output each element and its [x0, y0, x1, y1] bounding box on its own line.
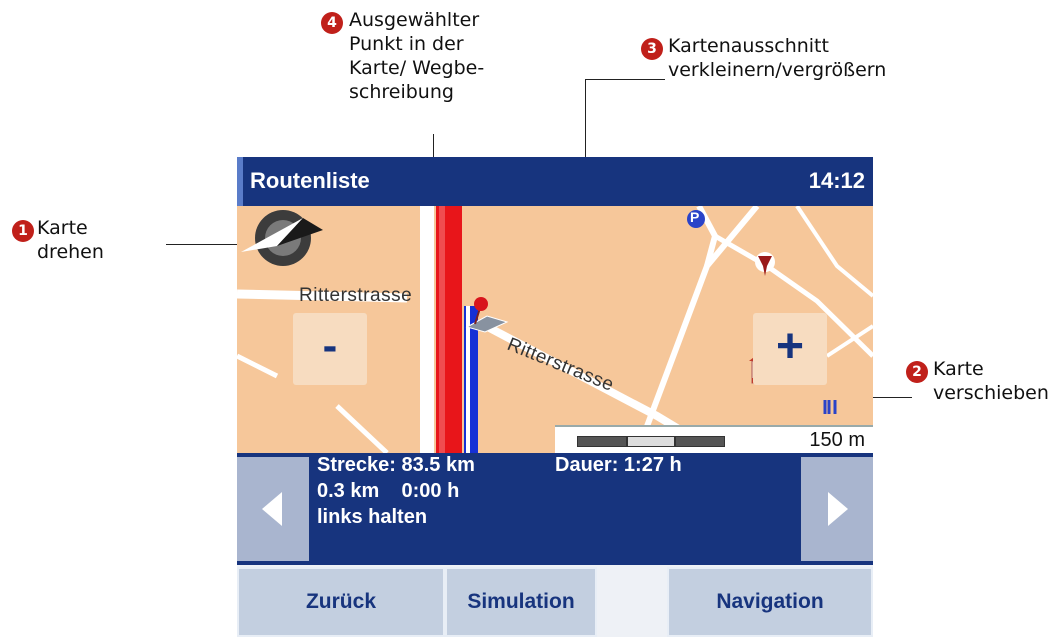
route-info-panel: Strecke: 83.5 km Dauer: 1:27 h 0.3 km 0:… [237, 453, 873, 565]
step-distance-time: 0.3 km 0:00 h [317, 480, 460, 502]
compass-rotate-icon[interactable] [237, 206, 329, 270]
arrow-right-icon [828, 492, 848, 526]
callout-number-1: 1 [12, 220, 34, 242]
route-duration: Dauer: 1:27 h [555, 454, 682, 476]
callout-number-4: 4 [321, 12, 343, 34]
title-bar: Routenliste 14:12 [237, 157, 873, 206]
callout-text-4: Ausgewählter Punkt in der Karte/ Wegbe- … [349, 9, 485, 103]
leader-line-3a [585, 79, 665, 80]
callout-number-3: 3 [641, 38, 663, 60]
previous-step-button[interactable] [237, 457, 309, 561]
title-accent [237, 157, 243, 206]
callout-text-1: Karte drehen [37, 217, 104, 263]
zoom-in-button[interactable]: + [753, 313, 827, 385]
arrow-left-icon [262, 492, 282, 526]
leader-line-1 [166, 244, 246, 245]
navigation-screen: Routenliste 14:12 P Ritterstrasse Ritter… [237, 157, 873, 637]
street-label-ritterstrasse: Ritterstrasse [299, 285, 413, 306]
scale-label: 150 m [809, 429, 865, 451]
step-instruction: links halten [317, 506, 428, 528]
scale-segment-1 [577, 436, 627, 447]
parking-icon: P [690, 209, 700, 225]
back-button[interactable]: Zurück [237, 567, 445, 637]
zoom-out-button[interactable]: - [293, 313, 367, 385]
callout-number-2: 2 [906, 361, 928, 383]
button-bar: Zurück Simulation Navigation [237, 565, 873, 637]
clock: 14:12 [808, 168, 865, 193]
screen-title: Routenliste [250, 168, 370, 193]
scale-segment-2 [627, 436, 675, 447]
route-distance: Strecke: 83.5 km [317, 454, 475, 476]
scale-bar: 150 m [555, 425, 873, 453]
simulation-button[interactable]: Simulation [445, 567, 597, 637]
scale-segment-3 [675, 436, 725, 447]
callout-text-2: Karte verschieben [933, 358, 1049, 404]
callout-text-3: Kartenausschnitt verkleinern/vergrößern [668, 35, 887, 81]
map-view[interactable]: P Ritterstrasse Ritterstrasse - + 150 m [237, 206, 873, 453]
next-step-button[interactable] [801, 457, 873, 561]
navigation-button[interactable]: Navigation [667, 567, 873, 637]
